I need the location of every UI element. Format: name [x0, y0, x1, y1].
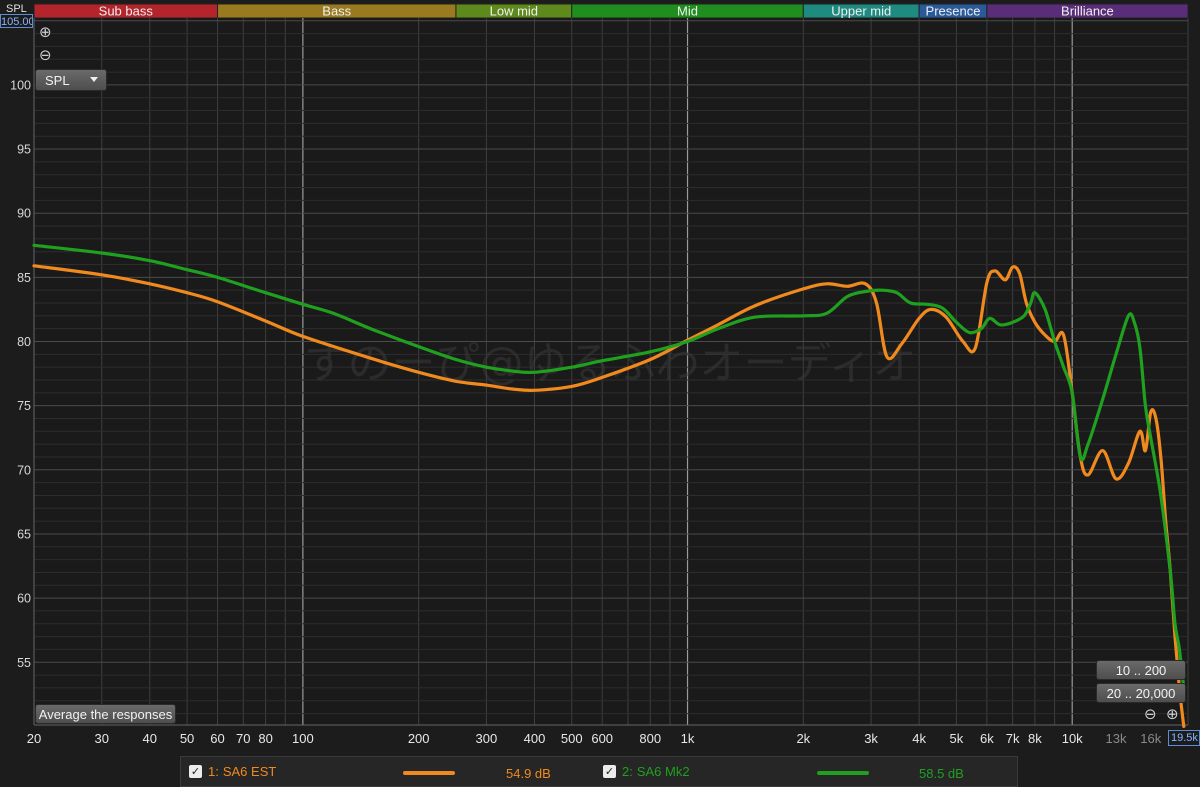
x-tick-label: 1k	[681, 731, 695, 746]
x-axis-ticks: 20 30 40 50 60 70 80 100 200 300 400 500 600 800 1k 2k 3…	[27, 731, 1162, 746]
range-10-200-button[interactable]: 10 .. 200	[1096, 660, 1186, 680]
band-label: Mid	[677, 4, 698, 19]
y-tick-label: 90	[17, 207, 31, 221]
band-label: Brilliance	[1061, 4, 1114, 19]
x-tick-label: 60	[210, 731, 224, 746]
legend-value-2: 58.5 dB	[919, 766, 964, 781]
legend-name-1: SA6 EST	[222, 764, 277, 779]
band-label: Upper mid	[831, 4, 891, 19]
legend: ✓ 1: SA6 EST 54.9 dB ✓ 2: SA6 Mk2 58.5 d…	[180, 756, 1018, 787]
x-tick-label: 800	[639, 731, 661, 746]
frequency-band-bar: Sub bass Bass Low mid Mid Upper mid Presence B…	[33, 3, 1189, 19]
x-tick-label: 80	[258, 731, 272, 746]
x-tick-label: 4k	[912, 731, 926, 746]
x-tick-label: 100	[292, 731, 314, 746]
y-tick-label: 55	[17, 656, 31, 670]
x-tick-label: 16k	[1140, 731, 1161, 746]
spl-dropdown[interactable]: SPL	[35, 69, 107, 91]
y-tick-label: 80	[17, 335, 31, 349]
x-tick-label: 6k	[980, 731, 994, 746]
band-label: Low mid	[490, 4, 538, 19]
x-tick-label: 7k	[1006, 731, 1020, 746]
zoom-out-icon[interactable]: ⊖	[1144, 707, 1157, 722]
x-tick-label: 20	[27, 731, 41, 746]
x-tick-label: 600	[591, 731, 613, 746]
x-tick-label: 400	[524, 731, 546, 746]
y-tick-label: 100	[10, 78, 31, 92]
legend-value-1: 54.9 dB	[506, 766, 551, 781]
x-axis-max-input[interactable]: 19.5k	[1168, 730, 1200, 746]
chevron-down-icon	[90, 77, 98, 82]
legend-index-2: 2:	[622, 764, 633, 779]
zoom-in-icon[interactable]: ⊕	[39, 25, 52, 40]
y-axis-max-input[interactable]: 105.00	[0, 14, 33, 28]
x-tick-label: 2k	[796, 731, 810, 746]
watermark: すのーぴ@ゆるふわオーディオ	[304, 338, 917, 389]
spl-dropdown-label: SPL	[45, 72, 70, 88]
band-label: Presence	[926, 4, 981, 19]
legend-swatch-2	[817, 771, 869, 775]
band-label: Sub bass	[99, 4, 154, 19]
x-tick-label: 300	[476, 731, 498, 746]
x-tick-label: 70	[236, 731, 250, 746]
frequency-response-chart: Sub bass Bass Low mid Mid Upper mid Presence B…	[10, 3, 1189, 746]
y-tick-label: 75	[17, 399, 31, 413]
range-20-20000-button[interactable]: 20 .. 20,000	[1096, 683, 1186, 703]
x-tick-label: 40	[143, 731, 157, 746]
legend-item-1: ✓ 1: SA6 EST	[189, 764, 276, 779]
y-tick-label: 60	[17, 592, 31, 606]
zoom-in-icon[interactable]: ⊕	[1166, 707, 1179, 722]
zoom-out-icon[interactable]: ⊖	[39, 48, 52, 63]
x-tick-label: 500	[561, 731, 583, 746]
x-tick-label: 3k	[864, 731, 878, 746]
x-tick-label: 200	[408, 731, 430, 746]
x-tick-label: 5k	[950, 731, 964, 746]
x-tick-label: 8k	[1028, 731, 1042, 746]
y-tick-label: 85	[17, 271, 31, 285]
legend-swatch-1	[403, 771, 455, 775]
band-label: Bass	[322, 4, 351, 19]
y-tick-label: 95	[17, 143, 31, 157]
y-axis-ticks: 55 60 65 70 75 80 85 90 95 100	[10, 78, 31, 669]
legend-name-2: SA6 Mk2	[636, 764, 690, 779]
average-responses-button[interactable]: Average the responses	[35, 704, 176, 724]
x-tick-label: 13k	[1106, 731, 1127, 746]
legend-index-1: 1:	[208, 764, 219, 779]
legend-checkbox-2[interactable]: ✓	[603, 765, 616, 778]
x-tick-label: 30	[95, 731, 109, 746]
y-tick-label: 70	[17, 463, 31, 477]
legend-checkbox-1[interactable]: ✓	[189, 765, 202, 778]
x-tick-label: 10k	[1062, 731, 1083, 746]
legend-item-2: ✓ 2: SA6 Mk2	[603, 764, 690, 779]
y-tick-label: 65	[17, 527, 31, 541]
x-tick-label: 50	[180, 731, 194, 746]
